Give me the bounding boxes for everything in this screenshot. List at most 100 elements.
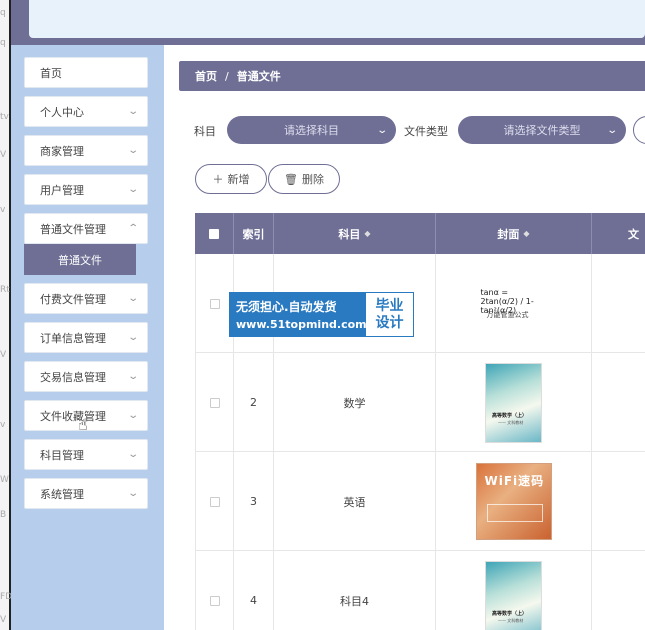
chevron-down-icon: ⌄ (126, 449, 139, 460)
sidebar-item-orders[interactable]: 订单信息管理 ⌄ (24, 322, 148, 353)
table-row: 3 英语 WiFi速码 (195, 452, 645, 551)
chevron-down-icon: ⌄ (605, 124, 618, 136)
sidebar-item-label: 科目管理 (40, 448, 84, 462)
watermark-url: www.51topmind.com (236, 318, 367, 331)
table-header: 索引 科目 ◆ 封面 ◆ 文 (195, 213, 645, 254)
file-cell (592, 353, 645, 452)
sidebar-item-users[interactable]: 用户管理 ⌄ (24, 174, 148, 205)
header-panel (29, 0, 645, 38)
row-select-cell (195, 353, 234, 452)
bg-text: V (0, 150, 7, 160)
cover-title: 高等数学（上） (492, 412, 528, 419)
column-header-label: 索引 (242, 227, 265, 241)
row-checkbox[interactable] (209, 397, 220, 408)
bg-text: v (0, 205, 6, 215)
row-select-cell (195, 452, 234, 551)
sidebar-item-profile[interactable]: 个人中心 ⌄ (24, 96, 148, 127)
type-select[interactable]: 请选择文件类型 ⌄ (458, 116, 626, 144)
subject-select[interactable]: 请选择科目 ⌄ (227, 116, 396, 144)
sidebar-item-label: 普通文件管理 (40, 222, 106, 236)
subject-cell: 英语 (274, 452, 436, 551)
watermark-word: 毕业 (375, 297, 404, 314)
cover-image: 高等数学（上） —— 文科教材 (485, 362, 542, 443)
column-header-subject[interactable]: 科目 ◆ (274, 213, 436, 254)
sidebar: 首页 个人中心 ⌄ 商家管理 ⌄ 用户管理 ⌄ 普通文件管理 ⌃ 普通文件 付费… (11, 45, 164, 630)
sidebar-item-home[interactable]: 首页 (24, 57, 148, 88)
watermark-word: 设计 (375, 314, 404, 331)
search-input[interactable] (633, 116, 645, 144)
breadcrumb: 首页 / 普通文件 (179, 61, 645, 91)
row-checkbox[interactable] (209, 595, 220, 606)
chevron-down-icon: ⌄ (126, 145, 139, 156)
cover-subtitle: —— 文科教材 (498, 419, 524, 425)
breadcrumb-current: 普通文件 (236, 70, 281, 83)
index-cell: 4 (234, 551, 274, 630)
main-content: 首页 / 普通文件 科目 请选择科目 ⌄ 文件类型 请选择文件类型 ⌄ ＋ 新增… (164, 45, 645, 630)
add-button-label: 新增 (227, 173, 250, 186)
bg-text: tv (0, 112, 9, 122)
cover-title: 高等数学（上） (492, 610, 528, 617)
watermark-left: 无须担心.自动发货 www.51topmind.com (230, 293, 367, 336)
column-header-index: 索引 (234, 213, 274, 254)
cover-cell: WiFi速码 (436, 452, 592, 551)
delete-button[interactable]: 🗑 删除 (268, 164, 340, 194)
sidebar-item-subjects[interactable]: 科目管理 ⌄ (24, 439, 148, 470)
watermark-right: 毕业 设计 (366, 293, 413, 336)
sidebar-item-files[interactable]: 普通文件管理 ⌃ (24, 213, 148, 244)
add-button[interactable]: ＋ 新增 (195, 164, 267, 194)
breadcrumb-home[interactable]: 首页 (195, 68, 217, 84)
column-header-label: 封面 (497, 227, 520, 241)
table-row: 2 数学 高等数学（上） —— 文科教材 (195, 353, 645, 452)
sidebar-item-transactions[interactable]: 交易信息管理 ⌄ (24, 361, 148, 392)
delete-button-label: 删除 (301, 173, 324, 186)
sidebar-subitem-files[interactable]: 普通文件 (24, 244, 136, 275)
index-cell: 2 (234, 353, 274, 452)
column-header-cover[interactable]: 封面 ◆ (436, 213, 592, 254)
chevron-down-icon: ⌄ (126, 410, 139, 421)
bg-text: Rt (0, 285, 10, 295)
subject-filter-label: 科目 (194, 125, 216, 138)
sort-icon[interactable]: ◆ (364, 229, 370, 238)
plus-icon: ＋ (212, 173, 224, 186)
row-checkbox[interactable] (209, 496, 220, 507)
sidebar-item-label: 付费文件管理 (40, 292, 106, 306)
select-all-checkbox[interactable] (209, 228, 219, 239)
chevron-up-icon: ⌃ (126, 223, 139, 234)
cover-image: tanα = 2tan(α/2) / 1-tan²(α/2) 万能管道公式 (481, 282, 547, 326)
row-checkbox[interactable] (209, 298, 220, 309)
table-row: 4 科目4 高等数学（上） —— 文科教材 (195, 551, 645, 630)
file-cell (592, 452, 645, 551)
index-cell: 3 (234, 452, 274, 551)
cover-image: 高等数学（上） —— 文科教材 (485, 560, 542, 630)
subject-select-placeholder: 请选择科目 (284, 124, 339, 137)
column-header-file: 文 (592, 213, 645, 254)
type-filter-label: 文件类型 (404, 125, 448, 138)
cover-graphic (486, 504, 543, 522)
sort-icon[interactable]: ◆ (523, 229, 529, 238)
subject-cell: 数学 (274, 353, 436, 452)
sidebar-item-label: 文件收藏管理 (40, 409, 106, 423)
sidebar-item-system[interactable]: 系统管理 ⌄ (24, 478, 148, 509)
column-header-label: 科目 (338, 227, 361, 241)
bg-text: v (0, 420, 6, 430)
cover-cell: 高等数学（上） —— 文科教材 (436, 353, 592, 452)
cover-image: WiFi速码 (475, 463, 552, 540)
cover-title: WiFi速码 (484, 474, 545, 488)
top-header (11, 0, 645, 45)
sidebar-item-merchants[interactable]: 商家管理 ⌄ (24, 135, 148, 166)
file-cell (592, 551, 645, 630)
bg-text: q (0, 8, 6, 18)
cover-cell: 高等数学（上） —— 文科教材 (436, 551, 592, 630)
hand-cursor-icon: ☝ (78, 415, 88, 434)
sidebar-item-label: 订单信息管理 (40, 331, 106, 345)
select-all-cell (195, 213, 234, 254)
sidebar-item-label: 交易信息管理 (40, 370, 106, 384)
bg-text: q (0, 38, 6, 48)
sidebar-item-label: 系统管理 (40, 487, 84, 501)
bg-text: B (0, 510, 7, 520)
cover-subtitle: —— 文科教材 (498, 617, 524, 623)
sidebar-item-label: 用户管理 (40, 183, 84, 197)
row-select-cell (195, 551, 234, 630)
sidebar-item-paid-files[interactable]: 付费文件管理 ⌄ (24, 283, 148, 314)
bg-text: V (0, 350, 7, 360)
